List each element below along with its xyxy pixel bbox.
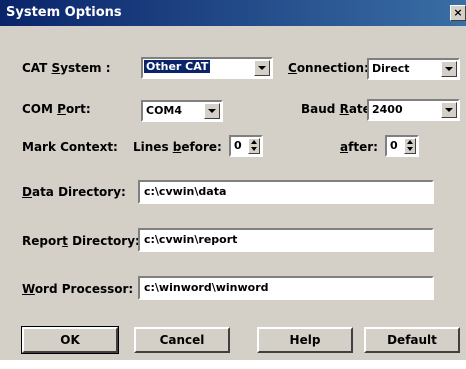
mark-context-label: Mark Context: — [22, 140, 118, 154]
chevron-down-icon[interactable] — [254, 60, 270, 76]
report-directory-label: Report Directory: — [22, 234, 140, 248]
lines-after-value: 0 — [390, 139, 398, 152]
baud-rate-label: Baud Rate: — [301, 102, 376, 116]
word-processor-label: Word Processor: — [22, 282, 134, 296]
com-port-value: COM4 — [146, 104, 183, 117]
com-port-label: COM Port: — [22, 102, 91, 116]
word-processor-value: c:\winword\winword — [144, 281, 269, 294]
com-port-dropdown[interactable]: COM4 — [141, 100, 223, 122]
baud-rate-value: 2400 — [372, 103, 403, 116]
cat-system-value: Other CAT — [144, 60, 211, 73]
title-bar[interactable]: System Options × — [0, 0, 466, 26]
word-processor-field[interactable]: c:\winword\winword — [138, 276, 434, 300]
help-button[interactable]: Help — [257, 327, 353, 353]
close-button[interactable]: × — [450, 5, 466, 21]
window-title: System Options — [6, 5, 122, 20]
connection-label: Connection: — [288, 61, 369, 75]
connection-dropdown[interactable]: Direct — [367, 58, 460, 80]
spinner-arrows-icon[interactable] — [248, 138, 260, 154]
system-options-dialog: System Options × CAT System : Other CAT … — [0, 0, 466, 360]
lines-after-label: after: — [340, 140, 378, 154]
connection-value: Direct — [372, 62, 410, 75]
data-directory-value: c:\cvwin\data — [144, 185, 227, 198]
data-directory-field[interactable]: c:\cvwin\data — [138, 180, 434, 204]
baud-rate-dropdown[interactable]: 2400 — [367, 99, 460, 121]
report-directory-field[interactable]: c:\cvwin\report — [138, 228, 434, 252]
chevron-down-icon[interactable] — [204, 103, 220, 119]
data-directory-label: Data Directory: — [22, 185, 126, 199]
chevron-down-icon[interactable] — [441, 102, 457, 118]
lines-before-label: Lines before: — [133, 140, 222, 154]
chevron-down-icon[interactable] — [441, 61, 457, 77]
report-directory-value: c:\cvwin\report — [144, 233, 238, 246]
spinner-arrows-icon[interactable] — [404, 138, 416, 154]
cat-system-label: CAT System : — [22, 61, 111, 75]
lines-after-spinner[interactable]: 0 — [385, 135, 419, 157]
lines-before-value: 0 — [234, 139, 242, 152]
cancel-button[interactable]: Cancel — [134, 327, 230, 353]
cat-system-dropdown[interactable]: Other CAT — [141, 57, 273, 79]
lines-before-spinner[interactable]: 0 — [229, 135, 263, 157]
ok-button[interactable]: OK — [21, 326, 119, 354]
default-button[interactable]: Default — [364, 327, 460, 353]
